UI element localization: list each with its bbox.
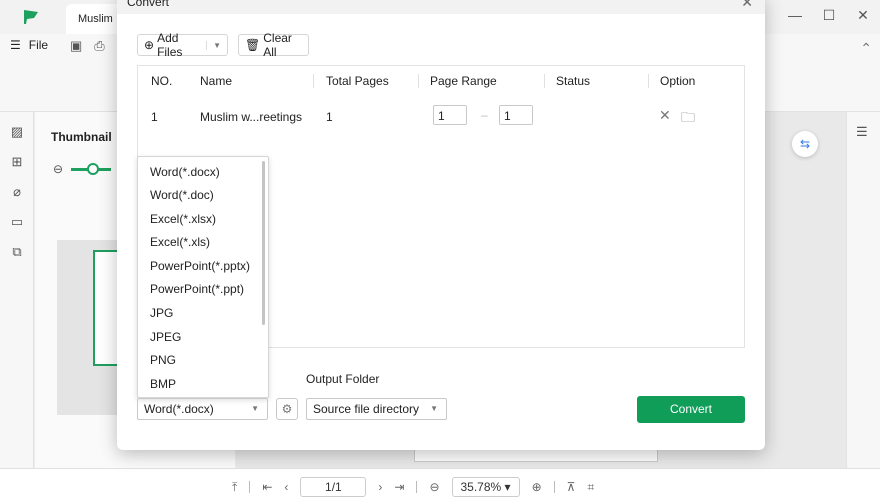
gear-icon: ⚙ (281, 402, 293, 416)
collapse-ribbon-icon[interactable]: ⌃ (860, 40, 872, 57)
column-divider (544, 74, 545, 88)
column-header-status: Status (556, 74, 591, 88)
save-icon[interactable]: ▣ (70, 38, 82, 54)
output-folder-value: Source file directory (313, 402, 420, 416)
last-page-icon[interactable]: ⇥ (394, 480, 404, 494)
format-option[interactable]: PowerPoint(*.ppt) (150, 282, 244, 296)
attachment-icon[interactable]: ⌀ (8, 184, 26, 202)
format-option[interactable]: Excel(*.xlsx) (150, 212, 216, 226)
format-option[interactable]: JPEG (150, 330, 181, 344)
clear-all-label: Clear All (263, 31, 292, 59)
thumbnail-zoom-slider[interactable] (71, 162, 112, 175)
convert-button[interactable]: Convert (637, 396, 745, 423)
add-files-label: Add Files (157, 31, 183, 59)
print-icon[interactable]: ⎙ (94, 38, 104, 54)
zoom-out-icon[interactable]: ⊖ (429, 480, 439, 494)
page-number-input[interactable]: 1/1 (300, 477, 367, 497)
dropdown-scrollbar[interactable] (262, 161, 265, 325)
remove-icon[interactable]: ✕ (659, 107, 671, 124)
fit-page-icon[interactable]: ⌗ (587, 480, 594, 495)
chevron-down-icon: ▼ (430, 404, 438, 413)
column-header-name: Name (200, 74, 233, 88)
thumbnail-zoom: ⊖ (53, 162, 112, 176)
format-option[interactable]: JPG (150, 306, 173, 320)
format-option[interactable]: PNG (150, 353, 176, 367)
divider (553, 481, 555, 493)
trash-icon: 🗑︎ (245, 38, 261, 52)
quick-toolbar: ▣ ⎙ (70, 38, 105, 54)
format-option[interactable]: Word(*.docx) (150, 165, 220, 179)
table-row[interactable]: 1 Muslim w...reetings 1 1 – 1 ✕ 🗀 (138, 102, 744, 130)
slider-knob[interactable] (87, 162, 100, 175)
convert-button-label: Convert (669, 402, 713, 416)
status-bar: ⤒ ⇤ ‹ 1/1 › ⇥ ⊖ 35.78% ▾ ⊕ ⊼ ⌗ (0, 468, 880, 503)
format-option[interactable]: Excel(*.xls) (150, 235, 210, 249)
minimize-icon[interactable]: — (778, 7, 812, 23)
bookmark-add-icon[interactable]: ⊞ (8, 154, 26, 172)
thumbnail-title: Thumbnail (51, 130, 112, 144)
first-page-icon[interactable]: ⇤ (262, 480, 272, 494)
format-option[interactable]: BMP (150, 377, 176, 391)
chevron-down-icon[interactable]: ▼ (206, 40, 221, 50)
chevron-down-icon: ▼ (251, 404, 259, 413)
thumbnail-icon[interactable]: ▨ (8, 124, 26, 142)
column-divider (313, 74, 314, 88)
column-divider (418, 74, 419, 88)
clear-all-button[interactable]: 🗑︎ Clear All (238, 31, 309, 59)
column-header-no: NO. (151, 74, 173, 88)
fit-width-icon[interactable]: ⊼ (567, 480, 576, 494)
right-rail: ☰ (846, 112, 880, 468)
zoom-value: 35.78% (460, 480, 502, 494)
divider (249, 481, 251, 493)
app-logo-icon (24, 10, 38, 24)
format-option[interactable]: PowerPoint(*.pptx) (150, 259, 250, 273)
column-header-option: Option (660, 74, 696, 88)
comment-icon[interactable]: ▭ (8, 214, 26, 232)
document-tab[interactable]: Muslim (66, 4, 124, 34)
maximize-icon[interactable]: ☐ (812, 7, 846, 24)
column-divider (648, 74, 649, 88)
range-dash: – (481, 108, 488, 122)
add-files-button[interactable]: ⊕ Add Files ▼ (137, 31, 228, 59)
page-range-from-input[interactable]: 1 (433, 105, 467, 125)
format-dropdown-list: Word(*.docx) Word(*.doc) Excel(*.xlsx) E… (137, 156, 269, 398)
page-navigation: ⤒ ⇤ ‹ 1/1 › ⇥ ⊖ 35.78% ▾ ⊕ ⊼ ⌗ (232, 477, 594, 497)
folder-icon[interactable]: 🗀 (681, 107, 695, 131)
row-total-pages: 1 (326, 110, 333, 124)
divider (416, 481, 418, 493)
close-icon[interactable]: ✕ (741, 0, 753, 11)
file-menu[interactable]: ☰ File (10, 38, 48, 52)
add-circle-icon: ⊕ (144, 38, 155, 52)
prev-page-icon[interactable]: ‹ (284, 480, 288, 494)
row-number: 1 (151, 110, 158, 124)
column-header-total-pages: Total Pages (326, 74, 389, 88)
format-select-value: Word(*.docx) (144, 402, 214, 416)
dialog-title: Convert (127, 0, 170, 9)
translate-icon[interactable]: ⇆ (792, 131, 818, 157)
left-rail: ▨ ⊞ ⌀ ▭ ⧉ (0, 112, 34, 468)
table-header: NO. Name Total Pages Page Range Status O… (138, 66, 744, 96)
page-range-to-input[interactable]: 1 (499, 105, 533, 125)
zoom-out-icon[interactable]: ⊖ (53, 162, 63, 176)
row-name: Muslim w...reetings (200, 110, 303, 124)
scroll-top-icon[interactable]: ⤒ (232, 480, 237, 495)
document-tab-label: Muslim (78, 13, 113, 25)
hamburger-icon: ☰ (10, 38, 21, 52)
convert-dialog: Convert ✕ ⊕ Add Files ▼ 🗑︎ Clear All NO.… (117, 0, 765, 450)
format-select[interactable]: Word(*.docx) ▼ (137, 398, 268, 420)
next-page-icon[interactable]: › (378, 480, 382, 494)
format-option[interactable]: Word(*.doc) (150, 188, 214, 202)
layers-icon[interactable]: ⧉ (8, 244, 26, 262)
close-window-icon[interactable]: ✕ (846, 7, 880, 24)
column-header-page-range: Page Range (430, 74, 497, 88)
zoom-select[interactable]: 35.78% ▾ (451, 477, 520, 497)
dialog-header: Convert ✕ (117, 0, 765, 14)
properties-icon[interactable]: ☰ (856, 124, 868, 140)
output-folder-label: Output Folder (306, 372, 380, 386)
settings-button[interactable]: ⚙ (276, 398, 298, 420)
zoom-in-icon[interactable]: ⊕ (532, 480, 542, 494)
file-menu-label: File (28, 38, 49, 52)
output-folder-select[interactable]: Source file directory ▼ (306, 398, 447, 420)
